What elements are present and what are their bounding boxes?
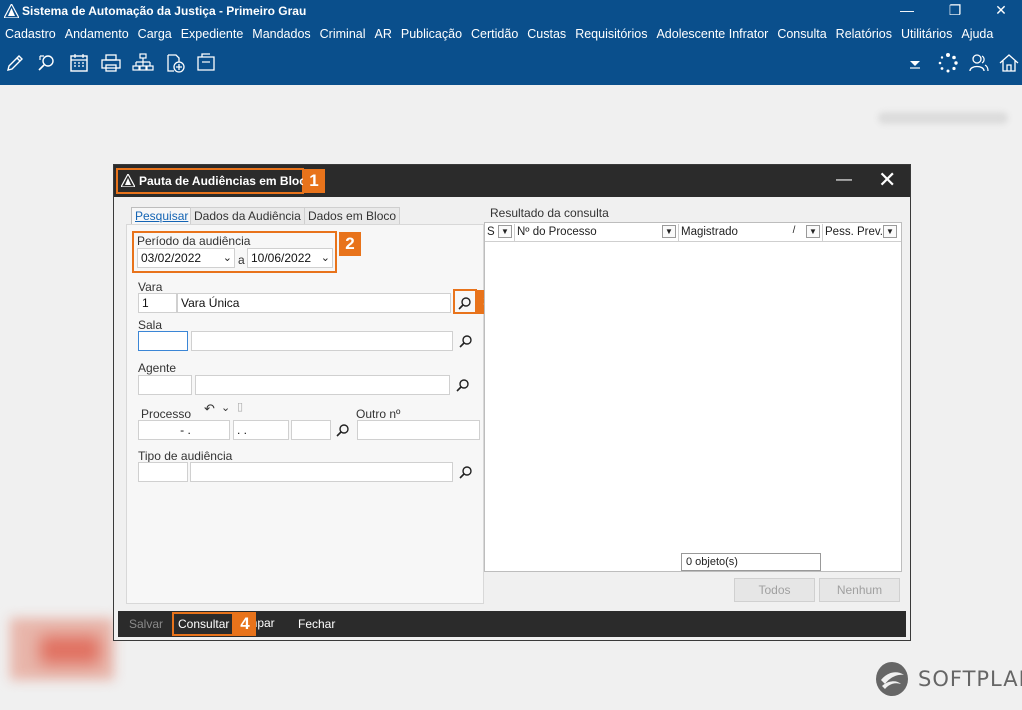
results-grid[interactable]: S ▼ Nº do Processo ▼ Magistrado / ▼ Pess… bbox=[484, 222, 902, 572]
dialog-title: Pauta de Audiências em Bloco bbox=[139, 174, 314, 188]
results-count: 0 objeto(s) bbox=[681, 553, 821, 571]
processo-search-icon[interactable] bbox=[334, 421, 352, 439]
outro-label: Outro nº bbox=[356, 407, 401, 421]
results-label: Resultado da consulta bbox=[490, 206, 609, 220]
menu-andamento[interactable]: Andamento bbox=[65, 24, 129, 44]
folder-icon[interactable] bbox=[196, 52, 218, 74]
processo-part2-field[interactable]: . . bbox=[233, 420, 289, 440]
printer-icon[interactable] bbox=[100, 52, 122, 74]
menu-mandados[interactable]: Mandados bbox=[252, 24, 310, 44]
dialog-title-bar: Pauta de Audiências em Bloco 1 — ✕ bbox=[114, 165, 910, 197]
header-divider bbox=[485, 241, 901, 242]
tab-pesquisar[interactable]: Pesquisar bbox=[131, 207, 193, 224]
restore-button[interactable]: ❐ bbox=[932, 0, 978, 22]
menu-consulta[interactable]: Consulta bbox=[777, 24, 826, 44]
column-magistrado-header[interactable]: Magistrado bbox=[679, 224, 823, 241]
agente-name-field[interactable] bbox=[195, 375, 450, 395]
sala-search-icon[interactable] bbox=[457, 332, 475, 350]
fechar-button[interactable]: Fechar bbox=[298, 617, 335, 631]
menu-certidao[interactable]: Certidão bbox=[471, 24, 518, 44]
sala-name-field[interactable] bbox=[191, 331, 453, 351]
menu-expediente[interactable]: Expediente bbox=[181, 24, 244, 44]
vara-code-field[interactable]: 1 bbox=[138, 293, 177, 313]
minimize-button[interactable]: — bbox=[884, 0, 930, 22]
search-doc-icon[interactable] bbox=[36, 52, 58, 74]
title-bar: Sistema de Automação da Justiça - Primei… bbox=[0, 0, 1022, 22]
callout-frame-4 bbox=[172, 612, 234, 636]
callout-badge-2: 2 bbox=[339, 232, 361, 256]
menu-adolescente-infrator[interactable]: Adolescente Infrator bbox=[656, 24, 768, 44]
column-pess-prev-dropdown-icon[interactable]: ▼ bbox=[883, 225, 897, 238]
users-icon[interactable] bbox=[968, 52, 990, 74]
tipo-name-field[interactable] bbox=[190, 462, 453, 482]
app-logo-icon bbox=[4, 4, 19, 18]
menu-ar[interactable]: AR bbox=[375, 24, 392, 44]
menu-custas[interactable]: Custas bbox=[527, 24, 566, 44]
menu-carga[interactable]: Carga bbox=[138, 24, 172, 44]
menu-ajuda[interactable]: Ajuda bbox=[961, 24, 993, 44]
salvar-button[interactable]: Salvar bbox=[129, 617, 163, 631]
calendar-icon[interactable] bbox=[68, 52, 90, 74]
add-doc-icon[interactable] bbox=[164, 52, 186, 74]
processo-part1-field[interactable]: - . bbox=[138, 420, 230, 440]
menu-criminal[interactable]: Criminal bbox=[320, 24, 366, 44]
callout-frame-3 bbox=[453, 289, 477, 314]
app-header: Sistema de Automação da Justiça - Primei… bbox=[0, 0, 1022, 85]
tab-dados-da-audiencia[interactable]: Dados da Audiência bbox=[190, 207, 305, 224]
hierarchy-icon[interactable] bbox=[132, 52, 154, 74]
menu-relatorios[interactable]: Relatórios bbox=[836, 24, 892, 44]
tipo-search-icon[interactable] bbox=[457, 463, 475, 481]
select-all-button[interactable]: Todos bbox=[734, 578, 815, 602]
app-title: Sistema de Automação da Justiça - Primei… bbox=[22, 4, 307, 18]
loading-icon bbox=[937, 52, 959, 74]
sala-code-field[interactable] bbox=[138, 331, 188, 351]
dropdown-arrow-icon[interactable] bbox=[904, 52, 926, 74]
menu-bar: Cadastro Andamento Carga Expediente Mandados… bbox=[0, 24, 997, 44]
column-processo-header[interactable]: Nº do Processo bbox=[515, 224, 679, 241]
tab-dados-em-bloco[interactable]: Dados em Bloco bbox=[304, 207, 401, 224]
column-magistrado-sort-icon[interactable]: / bbox=[787, 225, 801, 238]
vara-label: Vara bbox=[138, 280, 163, 294]
column-processo-dropdown-icon[interactable]: ▼ bbox=[662, 225, 676, 238]
agente-search-icon[interactable] bbox=[454, 376, 472, 394]
callout-frame-2 bbox=[132, 231, 337, 273]
softplan-logo-icon bbox=[876, 662, 908, 696]
processo-part3-field[interactable] bbox=[291, 420, 331, 440]
close-button[interactable]: ✕ bbox=[978, 0, 1022, 22]
clipboard-icon[interactable]: ▯ bbox=[237, 400, 243, 413]
dialog-logo-icon bbox=[121, 174, 135, 187]
outro-numero-field[interactable] bbox=[357, 420, 480, 440]
menu-cadastro[interactable]: Cadastro bbox=[5, 24, 56, 44]
search-panel: Período da audiência 03/02/2022 ⌄ a 10/0… bbox=[126, 224, 499, 604]
dialog-minimize-icon[interactable]: — bbox=[836, 171, 852, 189]
agente-code-field[interactable] bbox=[138, 375, 192, 395]
blurred-area-inner bbox=[40, 636, 100, 664]
edit-icon[interactable] bbox=[4, 52, 26, 74]
menu-requisitorios[interactable]: Requisitórios bbox=[575, 24, 647, 44]
column-s-dropdown-icon[interactable]: ▼ bbox=[498, 225, 512, 238]
dialog-close-icon[interactable]: ✕ bbox=[878, 168, 896, 192]
select-none-button[interactable]: Nenhum bbox=[819, 578, 900, 602]
dialog-footer: Salvar Consultar Limpar 4 Fechar bbox=[118, 611, 906, 637]
undo-icon[interactable]: ↶ bbox=[204, 401, 215, 417]
menu-publicacao[interactable]: Publicação bbox=[401, 24, 462, 44]
vara-name-field[interactable]: Vara Única bbox=[177, 293, 451, 313]
chevron-down-icon[interactable]: ⌄ bbox=[221, 401, 230, 414]
tipo-code-field[interactable] bbox=[138, 462, 188, 482]
processo-label: Processo bbox=[141, 407, 192, 421]
blurred-user-info bbox=[878, 112, 1008, 124]
brand-name: SOFTPLAN bbox=[918, 667, 1022, 691]
column-magistrado-dropdown-icon[interactable]: ▼ bbox=[806, 225, 820, 238]
agente-label: Agente bbox=[138, 361, 177, 375]
callout-badge-4: 4 bbox=[234, 612, 256, 636]
home-icon[interactable] bbox=[998, 52, 1020, 74]
sala-label: Sala bbox=[138, 318, 163, 332]
callout-badge-1: 1 bbox=[303, 169, 325, 193]
menu-utilitarios[interactable]: Utilitários bbox=[901, 24, 952, 44]
tipo-audiencia-label: Tipo de audiência bbox=[138, 449, 233, 463]
pauta-audiencias-dialog: Pauta de Audiências em Bloco 1 — ✕ Pesqu… bbox=[113, 164, 911, 641]
